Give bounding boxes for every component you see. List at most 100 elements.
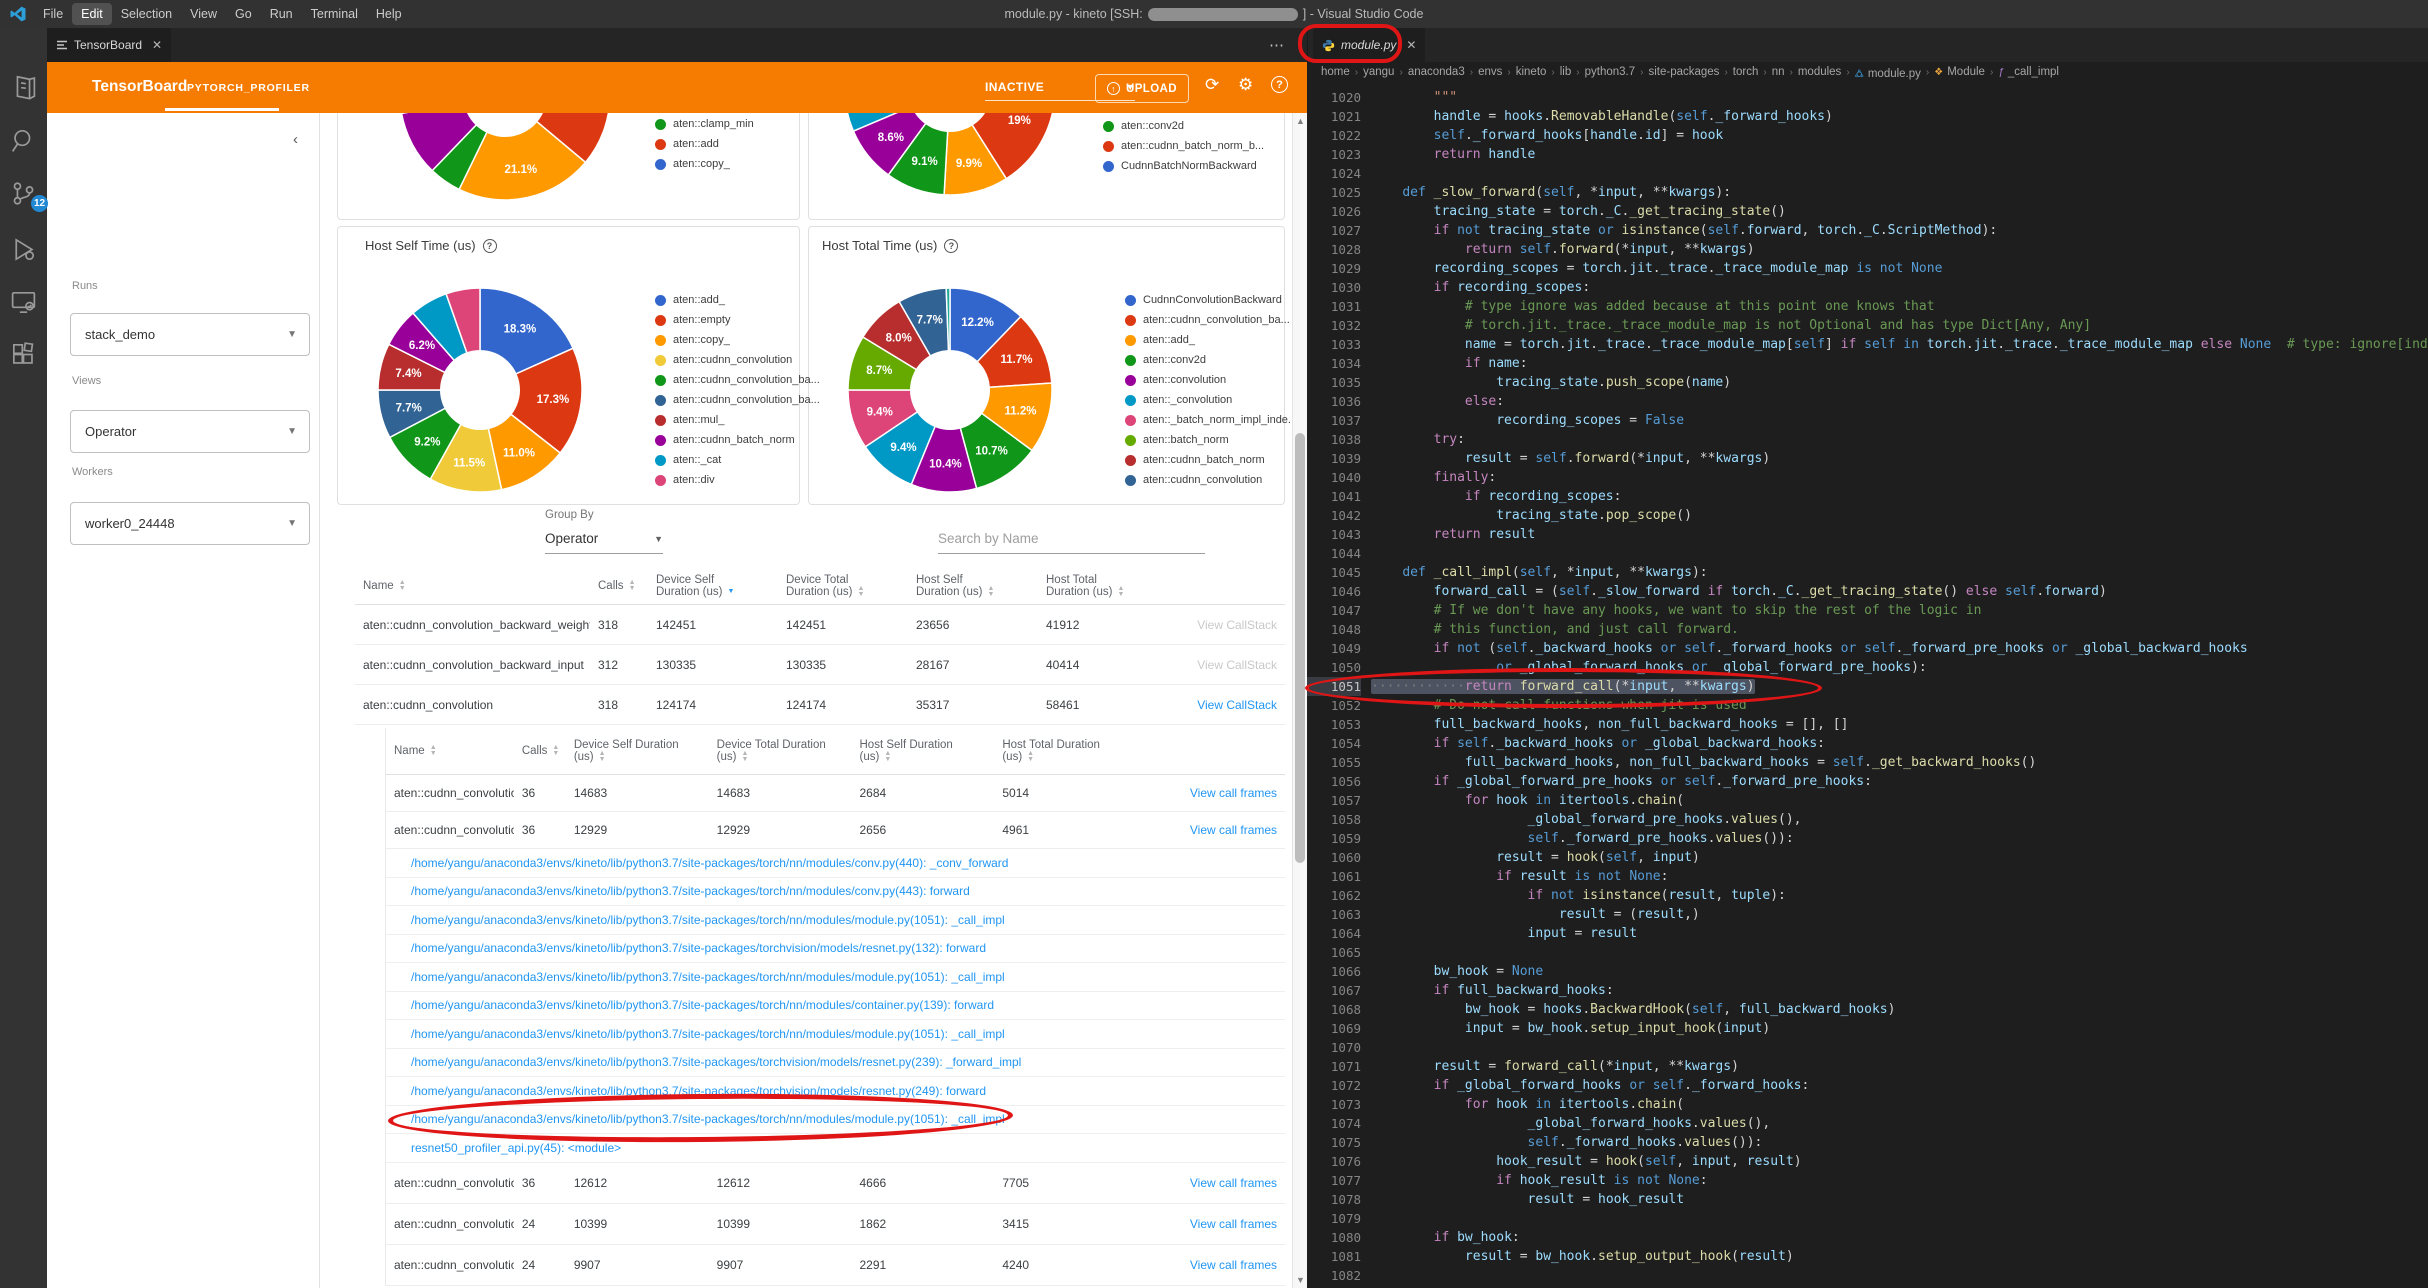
- code-line[interactable]: 1050 or _global_forward_hooks or _global…: [1307, 658, 2428, 677]
- code-line[interactable]: 1071 result = forward_call(*input, **kwa…: [1307, 1057, 2428, 1076]
- help-icon[interactable]: ?: [1271, 76, 1288, 93]
- column-header[interactable]: Host Self Duration (us) ▲ ▼: [852, 739, 995, 763]
- code-line[interactable]: 1078 result = hook_result: [1307, 1190, 2428, 1209]
- scrollbar-thumb[interactable]: [1295, 433, 1305, 863]
- code-line[interactable]: 1039 result = self.forward(*input, **kwa…: [1307, 449, 2428, 468]
- menu-view[interactable]: View: [181, 3, 226, 25]
- call-frame-link[interactable]: /home/yangu/anaconda3/envs/kineto/lib/py…: [411, 1084, 986, 1098]
- code-line[interactable]: 1029 recording_scopes = torch.jit._trace…: [1307, 259, 2428, 278]
- column-header[interactable]: Device Total Duration (us) ▲ ▼: [709, 739, 852, 763]
- menu-file[interactable]: File: [34, 3, 72, 25]
- breadcrumb-item[interactable]: envs: [1478, 66, 1502, 78]
- column-header[interactable]: Device Total Duration (us) ▲ ▼: [778, 574, 908, 598]
- code-line[interactable]: 1046 forward_call = (self._slow_forward …: [1307, 582, 2428, 601]
- code-line[interactable]: 1023 return handle: [1307, 145, 2428, 164]
- code-line[interactable]: 1064 input = result: [1307, 924, 2428, 943]
- code-line[interactable]: 1032 # torch.jit._trace._trace_module_ma…: [1307, 316, 2428, 335]
- dropdown-runs[interactable]: stack_demo ▼: [70, 313, 310, 356]
- breadcrumb-item[interactable]: ❖ Module: [1934, 66, 1985, 78]
- breadcrumb-item[interactable]: 🜛 module.py: [1855, 62, 1921, 82]
- breadcrumb-item[interactable]: kineto: [1516, 66, 1547, 78]
- code-line[interactable]: 1044: [1307, 544, 2428, 563]
- code-line[interactable]: 1062 if not isinstance(result, tuple):: [1307, 886, 2428, 905]
- menu-terminal[interactable]: Terminal: [302, 3, 367, 25]
- breadcrumb-item[interactable]: site-packages: [1648, 66, 1719, 78]
- code-line[interactable]: 1020 """: [1307, 88, 2428, 107]
- code-line[interactable]: 1055 full_backward_hooks, non_full_backw…: [1307, 753, 2428, 772]
- column-header[interactable]: Calls ▲ ▼: [590, 580, 648, 592]
- breadcrumb-item[interactable]: nn: [1772, 66, 1785, 78]
- menu-run[interactable]: Run: [261, 3, 302, 25]
- code-line[interactable]: 1075 self._forward_hooks.values()):: [1307, 1133, 2428, 1152]
- code-line[interactable]: 1021 handle = hooks.RemovableHandle(self…: [1307, 107, 2428, 126]
- code-line[interactable]: 1051 ············return forward_call(*inp…: [1307, 677, 2428, 696]
- breadcrumb-item[interactable]: modules: [1798, 66, 1841, 78]
- breadcrumb[interactable]: home › yangu › anaconda3 › envs › kineto › lib › pyt…: [1307, 62, 2428, 82]
- code-line[interactable]: 1037 recording_scopes = False: [1307, 411, 2428, 430]
- call-frame-link[interactable]: /home/yangu/anaconda3/envs/kineto/lib/py…: [411, 1027, 1005, 1041]
- code-line[interactable]: 1033 name = torch.jit._trace._trace_modu…: [1307, 335, 2428, 354]
- view-call-frames-link[interactable]: View call frames: [1137, 786, 1285, 800]
- code-line[interactable]: 1038 try:: [1307, 430, 2428, 449]
- run-debug-icon[interactable]: [9, 235, 38, 264]
- code-line[interactable]: 1066 bw_hook = None: [1307, 962, 2428, 981]
- code-line[interactable]: 1030 if recording_scopes:: [1307, 278, 2428, 297]
- view-call-frames-link[interactable]: View call frames: [1137, 1217, 1285, 1231]
- extensions-icon[interactable]: [9, 340, 38, 369]
- code-line[interactable]: 1034 if name:: [1307, 354, 2428, 373]
- view-call-frames-link[interactable]: View call frames: [1137, 823, 1285, 837]
- code-line[interactable]: 1042 tracing_state.pop_scope(): [1307, 506, 2428, 525]
- search-input[interactable]: [938, 531, 1205, 554]
- groupby-select[interactable]: Operator ▼: [545, 531, 663, 554]
- breadcrumb-item[interactable]: lib: [1560, 66, 1572, 78]
- breadcrumb-item[interactable]: home: [1321, 66, 1350, 78]
- code-line[interactable]: 1054 if self._backward_hooks or _global_…: [1307, 734, 2428, 753]
- call-frame-link[interactable]: /home/yangu/anaconda3/envs/kineto/lib/py…: [411, 884, 970, 898]
- collapse-sidebar-icon[interactable]: ‹: [293, 131, 298, 148]
- code-line[interactable]: 1082: [1307, 1266, 2428, 1285]
- column-header[interactable]: Name ▲ ▼: [355, 580, 590, 592]
- remote-explorer-icon[interactable]: [9, 288, 38, 317]
- code-line[interactable]: 1059 self._forward_pre_hooks.values()):: [1307, 829, 2428, 848]
- call-frame-link[interactable]: /home/yangu/anaconda3/envs/kineto/lib/py…: [411, 856, 1008, 870]
- breadcrumb-item[interactable]: yangu: [1363, 66, 1394, 78]
- code-line[interactable]: 1067 if full_backward_hooks:: [1307, 981, 2428, 1000]
- scroll-down-icon[interactable]: ▼: [1296, 1275, 1305, 1285]
- editor-actions-more-icon[interactable]: ⋯: [1269, 36, 1285, 54]
- code-line[interactable]: 1065: [1307, 943, 2428, 962]
- code-line[interactable]: 1077 if hook_result is not None:: [1307, 1171, 2428, 1190]
- code-line[interactable]: 1024: [1307, 164, 2428, 183]
- code-line[interactable]: 1069 input = bw_hook.setup_input_hook(in…: [1307, 1019, 2428, 1038]
- call-frame-link[interactable]: /home/yangu/anaconda3/envs/kineto/lib/py…: [411, 1112, 1005, 1126]
- code-line[interactable]: 1063 result = (result,): [1307, 905, 2428, 924]
- column-header[interactable]: Device Self Duration (us) ▼: [648, 574, 778, 598]
- call-frame-link[interactable]: /home/yangu/anaconda3/envs/kineto/lib/py…: [411, 1055, 1021, 1069]
- code-line[interactable]: 1060 result = hook(self, input): [1307, 848, 2428, 867]
- code-line[interactable]: 1052 # Do not call functions when jit is…: [1307, 696, 2428, 715]
- view-call-frames-link[interactable]: View call frames: [1137, 1176, 1285, 1190]
- code-editor[interactable]: 1020 """ 1021 handle = hooks.RemovableHan…: [1307, 82, 2428, 1288]
- view-call-frames-link[interactable]: View call frames: [1137, 1258, 1285, 1272]
- call-frame-link[interactable]: /home/yangu/anaconda3/envs/kineto/lib/py…: [411, 941, 986, 955]
- tab-pytorch-profiler[interactable]: PYTORCH_PROFILER: [187, 82, 310, 94]
- search-icon[interactable]: [9, 126, 38, 155]
- code-line[interactable]: 1079: [1307, 1209, 2428, 1228]
- tab-module-py[interactable]: module.py ✕: [1313, 28, 1426, 62]
- close-icon[interactable]: ✕: [152, 38, 162, 52]
- menu-go[interactable]: Go: [226, 3, 261, 25]
- column-header[interactable]: Calls ▲ ▼: [514, 745, 566, 757]
- breadcrumb-item[interactable]: ƒ _call_impl: [1998, 66, 2059, 78]
- view-callstack-link[interactable]: View CallStack: [1160, 658, 1285, 672]
- code-line[interactable]: 1057 for hook in itertools.chain(: [1307, 791, 2428, 810]
- explorer-icon[interactable]: [9, 72, 38, 101]
- code-line[interactable]: 1048 # this function, and just call forw…: [1307, 620, 2428, 639]
- code-line[interactable]: 1045 def _call_impl(self, *input, **kwar…: [1307, 563, 2428, 582]
- breadcrumb-item[interactable]: anaconda3: [1408, 66, 1465, 78]
- code-line[interactable]: 1031 # type ignore was added because at …: [1307, 297, 2428, 316]
- call-frame-link[interactable]: /home/yangu/anaconda3/envs/kineto/lib/py…: [411, 970, 1005, 984]
- code-line[interactable]: 1028 return self.forward(*input, **kwarg…: [1307, 240, 2428, 259]
- code-line[interactable]: 1070: [1307, 1038, 2428, 1057]
- code-line[interactable]: 1049 if not (self._backward_hooks or sel…: [1307, 639, 2428, 658]
- code-line[interactable]: 1026 tracing_state = torch._C._get_traci…: [1307, 202, 2428, 221]
- column-header[interactable]: Host Total Duration (us) ▲ ▼: [994, 739, 1137, 763]
